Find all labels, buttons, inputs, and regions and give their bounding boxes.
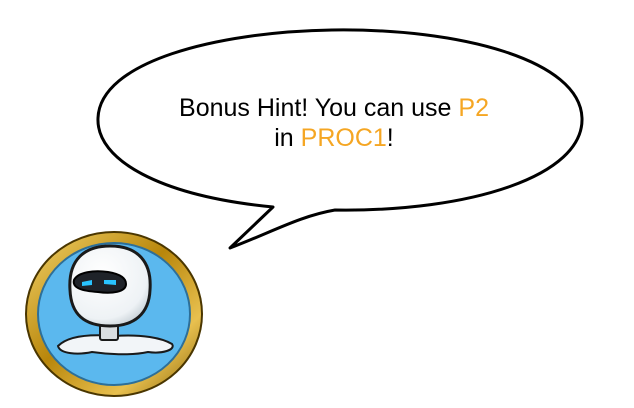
hint-keyword-proc1: PROC1 (300, 124, 387, 152)
hint-line-1: Bonus Hint! You can use P2 (100, 93, 568, 123)
robot-icon (68, 244, 152, 328)
hint-line-2-suffix: ! (386, 124, 394, 152)
hint-line-2-text: in (274, 124, 301, 152)
hint-line-2: in PROC1! (100, 123, 568, 153)
robot-avatar-medallion (25, 231, 203, 397)
hint-message: Bonus Hint! You can use P2 in PROC1! (100, 93, 568, 153)
hint-line-1-text: Bonus Hint! You can use (179, 94, 459, 122)
hint-keyword-p2: P2 (458, 94, 489, 122)
hint-dialog-scene: Bonus Hint! You can use P2 in PROC1! (0, 0, 634, 408)
